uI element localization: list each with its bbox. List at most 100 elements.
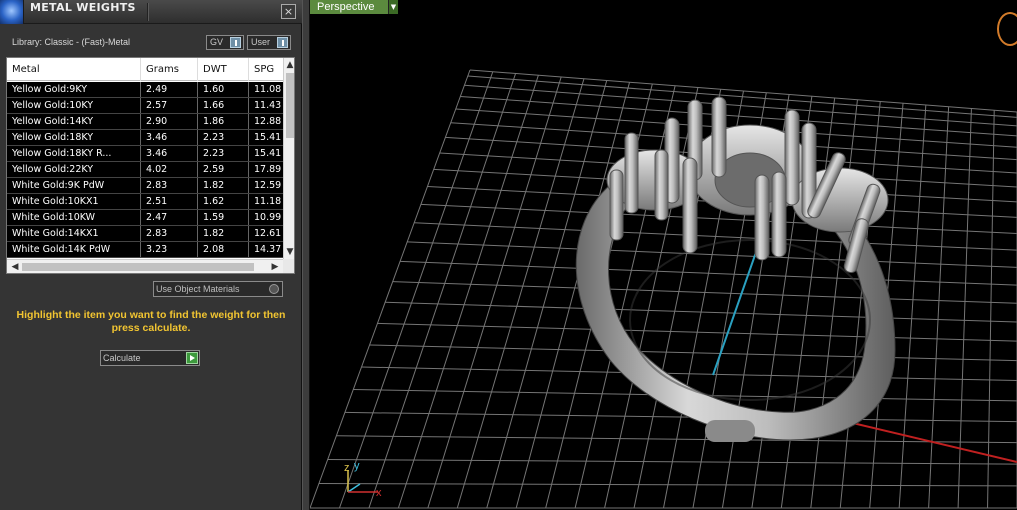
dwt-cell: 1.59 (198, 210, 249, 225)
dwt-cell: 2.08 (198, 242, 249, 257)
play-arrow-icon[interactable] (186, 352, 198, 364)
table-row[interactable]: Yellow Gold:10KY 2.57 1.66 11.43 (7, 98, 283, 114)
perspective-viewport[interactable]: Perspective ▼ z y x (310, 0, 1017, 510)
horizontal-scroll-thumb[interactable] (22, 263, 254, 271)
spg-cell: 17.89 (254, 164, 282, 175)
grams-cell: 2.83 (141, 178, 198, 193)
grams-cell: 3.23 (141, 242, 198, 257)
ring-inner-shadow (629, 239, 871, 401)
chevron-up-icon[interactable]: ▲ (284, 58, 294, 72)
viewport-title-tab[interactable]: Perspective (310, 0, 388, 14)
user-toggle[interactable]: User (247, 35, 291, 50)
close-button[interactable]: × (281, 4, 296, 19)
instruction-text: Highlight the item you want to find the … (16, 309, 286, 334)
grams-cell: 2.90 (141, 114, 198, 129)
metal-cell: Yellow Gold:18KY R... (7, 146, 141, 161)
gv-toggle[interactable]: GV (206, 35, 244, 50)
dwt-cell: 1.62 (198, 194, 249, 209)
axis-triad-icon (347, 470, 378, 493)
column-header-grams[interactable]: Grams (141, 58, 198, 81)
grams-cell: 4.02 (141, 162, 198, 177)
spg-cell: 11.18 (254, 196, 282, 207)
grams-cell: 2.83 (141, 226, 198, 241)
gv-toggle-label: GV (210, 37, 224, 47)
toggle-knob-icon (277, 37, 288, 48)
dwt-cell: 2.59 (198, 162, 249, 177)
user-toggle-label: User (251, 37, 271, 47)
metal-cell: Yellow Gold:10KY (7, 98, 141, 113)
chevron-down-icon[interactable]: ▼ (284, 245, 294, 259)
column-header-dwt[interactable]: DWT (198, 58, 249, 81)
grams-cell: 2.57 (141, 98, 198, 113)
table-body: Yellow Gold:9KY 2.49 1.60 11.08 Yellow Gold… (7, 82, 283, 258)
table-row[interactable]: Yellow Gold:18KY R... 3.46 2.23 15.41 (7, 146, 283, 162)
panel-splitter[interactable] (302, 0, 310, 510)
dwt-cell: 1.82 (198, 178, 249, 193)
metal-cell: Yellow Gold:18KY (7, 130, 141, 145)
column-header-spg[interactable]: SPG (249, 58, 283, 81)
table-row[interactable]: Yellow Gold:22KY 4.02 2.59 17.89 (7, 162, 283, 178)
rhino-app-icon (0, 0, 24, 24)
calculate-label: Calculate (103, 353, 141, 363)
construction-grid (310, 69, 1017, 509)
table-row[interactable]: White Gold:14K PdW 3.23 2.08 14.37 (7, 242, 283, 258)
toggle-knob-icon (230, 37, 241, 48)
dwt-cell: 1.60 (198, 82, 249, 97)
table-header: Metal Grams DWT SPG (7, 58, 283, 81)
table-row[interactable]: White Gold:10KX1 2.51 1.62 11.18 (7, 194, 283, 210)
metal-weights-table: Metal Grams DWT SPG Yellow Gold:9KY 2.49 1… (6, 57, 295, 274)
spg-cell: 10.99 (254, 212, 282, 223)
close-icon: × (283, 5, 294, 18)
dwt-cell: 1.86 (198, 114, 249, 129)
navigation-gizmo-icon[interactable] (997, 12, 1017, 46)
chevron-right-icon[interactable]: ▶ (269, 260, 281, 273)
spg-cell: 11.08 (254, 84, 282, 95)
metal-cell: White Gold:10KW (7, 210, 141, 225)
scroll-corner (283, 259, 294, 273)
ring-base-tube (705, 420, 755, 442)
dwt-cell: 1.82 (198, 226, 249, 241)
grams-cell: 2.51 (141, 194, 198, 209)
vertical-scroll-thumb[interactable] (286, 73, 294, 138)
spg-cell: 14.37 (254, 244, 282, 255)
table-row[interactable]: Yellow Gold:9KY 2.49 1.60 11.08 (7, 82, 283, 98)
metal-cell: White Gold:9K PdW (7, 178, 141, 193)
panel-titlebar[interactable]: METAL WEIGHTS × (0, 0, 302, 24)
grams-cell: 2.49 (141, 82, 198, 97)
table-row[interactable]: Yellow Gold:18KY 3.46 2.23 15.41 (7, 130, 283, 146)
metal-cell: Yellow Gold:22KY (7, 162, 141, 177)
title-separator (147, 3, 149, 21)
calculate-button[interactable]: Calculate (100, 350, 200, 366)
viewport-canvas (310, 69, 1017, 509)
radio-icon[interactable] (269, 284, 279, 294)
metal-cell: White Gold:14KX1 (7, 226, 141, 241)
chevron-down-icon[interactable]: ▼ (388, 0, 398, 14)
grams-cell: 2.47 (141, 210, 198, 225)
table-row[interactable]: White Gold:10KW 2.47 1.59 10.99 (7, 210, 283, 226)
metal-cell: White Gold:14K PdW (7, 242, 141, 257)
column-header-metal[interactable]: Metal (7, 58, 141, 81)
metal-cell: White Gold:10KX1 (7, 194, 141, 209)
spg-cell: 12.88 (254, 116, 282, 127)
chevron-left-icon[interactable]: ◀ (9, 260, 21, 273)
dwt-cell: 2.23 (198, 146, 249, 161)
metal-cell: Yellow Gold:14KY (7, 114, 141, 129)
table-row[interactable]: White Gold:14KX1 2.83 1.82 12.61 (7, 226, 283, 242)
library-label: Library: Classic - (Fast)-Metal (12, 37, 131, 47)
spg-cell: 15.41 (254, 132, 282, 143)
grams-cell: 3.46 (141, 146, 198, 161)
metal-cell: Yellow Gold:9KY (7, 82, 141, 97)
dwt-cell: 2.23 (198, 130, 249, 145)
table-row[interactable]: White Gold:9K PdW 2.83 1.82 12.59 (7, 178, 283, 194)
spg-cell: 12.59 (254, 180, 282, 191)
panel-title: METAL WEIGHTS (30, 1, 136, 14)
spg-cell: 12.61 (254, 228, 282, 239)
use-object-materials-option[interactable]: Use Object Materials (153, 281, 283, 297)
table-row[interactable]: Yellow Gold:14KY 2.90 1.86 12.88 (7, 114, 283, 130)
horizontal-scrollbar[interactable]: ◀ ▶ (7, 259, 283, 273)
grams-cell: 3.46 (141, 130, 198, 145)
metal-weights-panel: METAL WEIGHTS × Library: Classic - (Fast… (0, 0, 302, 510)
dwt-cell: 1.66 (198, 98, 249, 113)
vertical-scrollbar[interactable]: ▲ ▼ (283, 58, 294, 259)
spg-cell: 15.41 (254, 148, 282, 159)
